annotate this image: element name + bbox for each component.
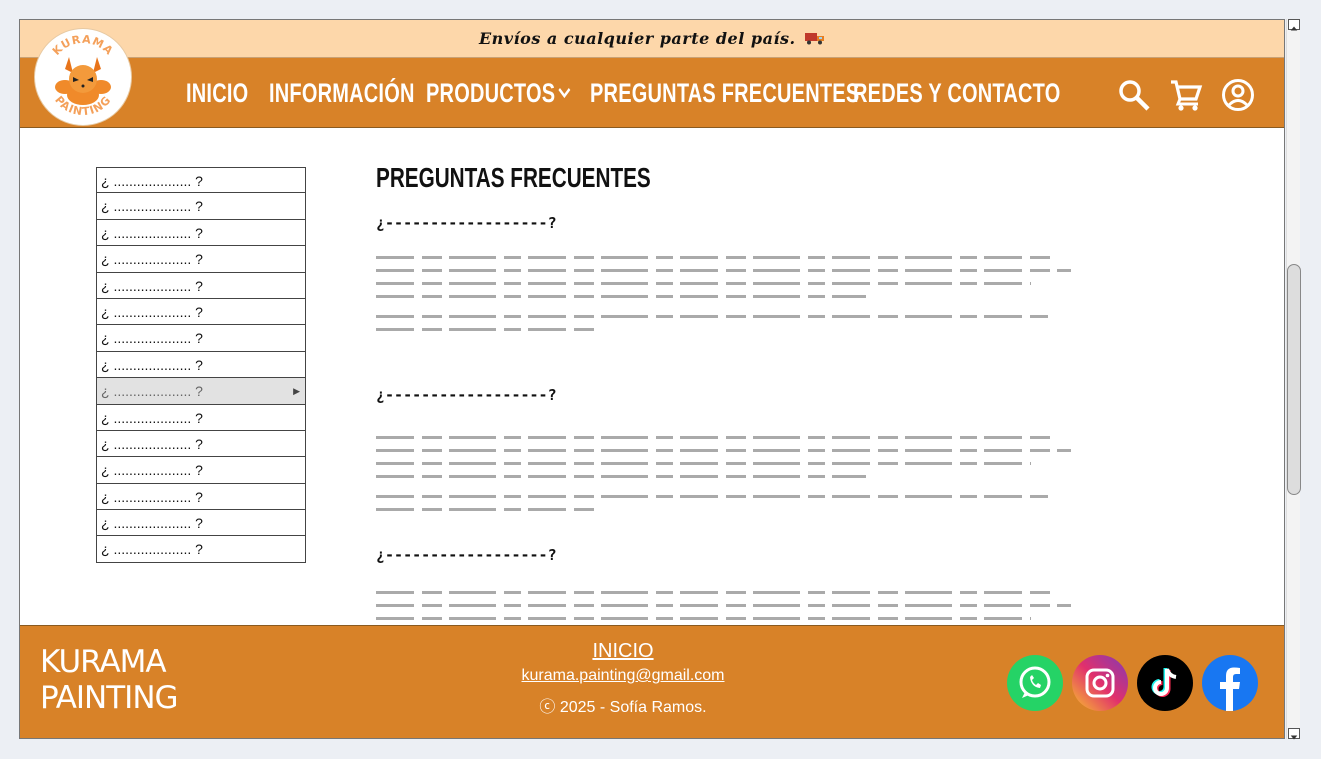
faq-answer-placeholder — [376, 436, 1076, 521]
faq-sidebar-item[interactable]: ¿ .................... ? — [96, 483, 306, 511]
nav-informacion[interactable]: INFORMACIÓN — [269, 78, 415, 109]
faq-sidebar-item[interactable]: ¿ .................... ? — [96, 219, 306, 247]
faq-sidebar-item[interactable]: ¿ .................... ? — [96, 193, 306, 220]
whatsapp-icon[interactable] — [1007, 655, 1063, 711]
faq-sidebar-item-active[interactable]: ¿ .................... ? ▶ — [96, 378, 306, 405]
cart-icon[interactable] — [1169, 78, 1203, 112]
faq-answer-placeholder — [376, 256, 1076, 341]
header-icons — [1117, 78, 1255, 112]
faq-sidebar-item[interactable]: ¿ .................... ? — [96, 167, 306, 194]
site-logo[interactable]: KURAMA PAINTING — [34, 28, 132, 126]
truck-icon — [805, 33, 825, 45]
announcement-text: Envíos a cualquier parte del país. — [478, 29, 796, 48]
main-navbar: INICIO INFORMACIÓN PRODUCTOS PREGUNTAS F… — [20, 58, 1284, 128]
faq-sidebar-item[interactable]: ¿ .................... ? — [96, 351, 306, 379]
nav-inicio-label: INICIO — [186, 77, 249, 108]
nav-redes-contacto[interactable]: REDES Y CONTACTO — [853, 78, 1060, 109]
faq-sidebar-item[interactable]: ¿ .................... ? — [96, 246, 306, 273]
announcement-bar: Envíos a cualquier parte del país. — [20, 20, 1284, 58]
scroll-up-button[interactable] — [1288, 19, 1300, 31]
faq-sidebar-item[interactable]: ¿ .................... ? — [96, 404, 306, 431]
facebook-icon[interactable] — [1202, 655, 1258, 711]
social-links — [1007, 655, 1258, 711]
vertical-scrollbar[interactable] — [1286, 19, 1301, 740]
faq-sidebar-item[interactable]: ¿ .................... ? — [96, 457, 306, 484]
faq-question: ¿------------------? — [376, 546, 557, 564]
nav-productos[interactable]: PRODUCTOS — [426, 78, 571, 109]
nav-informacion-label: INFORMACIÓN — [269, 77, 415, 108]
faq-sidebar: ¿ .................... ? ¿ .............… — [96, 167, 306, 563]
nav-preguntas-frecuentes[interactable]: PREGUNTAS FRECUENTES — [590, 78, 859, 109]
scrollbar-thumb[interactable] — [1287, 264, 1301, 495]
faq-sidebar-item[interactable]: ¿ .................... ? — [96, 325, 306, 352]
submenu-arrow-icon: ▶ — [293, 386, 300, 397]
faq-content: PREGUNTAS FRECUENTES ¿------------------… — [376, 158, 1076, 633]
faq-sidebar-item-label: ¿ .................... ? — [101, 383, 203, 400]
faq-sidebar-item[interactable]: ¿ .................... ? — [96, 536, 306, 563]
scroll-down-button[interactable] — [1288, 728, 1300, 740]
nav-preguntas-label: PREGUNTAS FRECUENTES — [590, 77, 860, 108]
instagram-icon[interactable] — [1072, 655, 1128, 711]
user-account-icon[interactable] — [1221, 78, 1255, 112]
tiktok-icon[interactable] — [1137, 655, 1193, 711]
chevron-down-icon — [558, 87, 571, 99]
nav-redes-label: REDES Y CONTACTO — [853, 77, 1061, 108]
faq-question: ¿------------------? — [376, 214, 557, 232]
faq-sidebar-item[interactable]: ¿ .................... ? — [96, 298, 306, 326]
nav-productos-label: PRODUCTOS — [426, 77, 556, 108]
faq-sidebar-item[interactable]: ¿ .................... ? — [96, 430, 306, 458]
search-icon[interactable] — [1117, 78, 1151, 112]
site-footer: KURAMA PAINTING INICIO kurama.painting@g… — [20, 625, 1284, 738]
nav-inicio[interactable]: INICIO — [186, 78, 248, 109]
page-title: PREGUNTAS FRECUENTES — [376, 162, 651, 193]
faq-sidebar-item[interactable]: ¿ .................... ? — [96, 272, 306, 299]
faq-sidebar-item[interactable]: ¿ .................... ? — [96, 510, 306, 537]
browser-viewport: Envíos a cualquier parte del país. INICI… — [19, 19, 1285, 739]
faq-question: ¿------------------? — [376, 386, 557, 404]
svg-text:KURAMA: KURAMA — [50, 33, 116, 58]
